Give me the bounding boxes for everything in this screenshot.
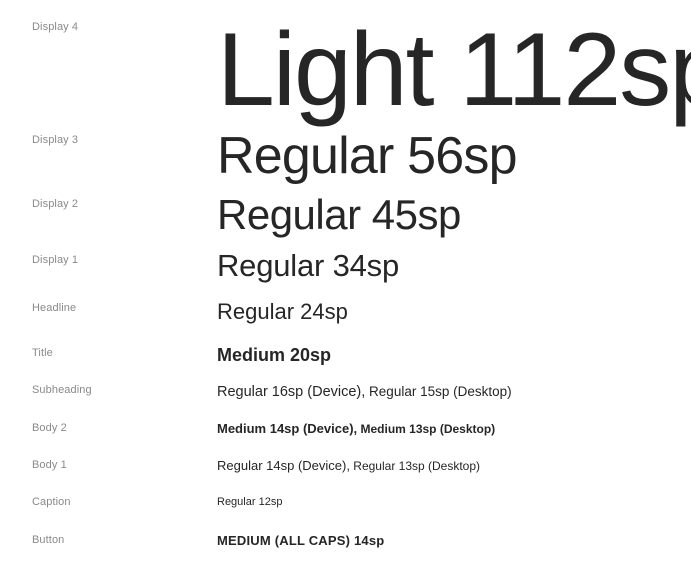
type-row-label-display-3: Display 3 bbox=[32, 134, 79, 146]
type-sample-display-3: Regular 56sp bbox=[217, 127, 518, 185]
type-row-label-caption: Caption bbox=[32, 496, 71, 508]
type-sample-headline: Regular 24sp bbox=[217, 299, 348, 324]
type-sample-subheading-device: Regular 16sp (Device), bbox=[217, 384, 366, 400]
type-sample-body-2: Medium 14sp (Device), Medium 13sp (Deskt… bbox=[217, 421, 496, 437]
type-sample-body-1: Regular 14sp (Device), Regular 13sp (Des… bbox=[217, 458, 481, 474]
type-sample-body-2-device: Medium 14sp (Device), bbox=[217, 421, 358, 436]
type-sample-display-2: Regular 45sp bbox=[217, 191, 461, 238]
type-sample-display-1: Regular 34sp bbox=[217, 248, 399, 283]
type-row-label-display-1: Display 1 bbox=[32, 254, 79, 266]
type-row-label-display-2: Display 2 bbox=[32, 198, 79, 210]
type-sample-display-4: Light 112sp bbox=[217, 12, 691, 128]
type-sample-body-1-device: Regular 14sp (Device), bbox=[217, 458, 350, 473]
type-row-label-headline: Headline bbox=[32, 302, 77, 314]
type-sample-subheading: Regular 16sp (Device), Regular 15sp (Des… bbox=[217, 384, 512, 400]
type-sample-title: Medium 20sp bbox=[217, 345, 332, 365]
type-sample-subheading-desktop: Regular 15sp (Desktop) bbox=[365, 384, 512, 399]
type-sample-body-2-desktop: Medium 13sp (Desktop) bbox=[357, 422, 496, 436]
type-sample-button: MEDIUM (ALL CAPS) 14sp bbox=[217, 533, 385, 548]
type-row-label-subheading: Subheading bbox=[32, 384, 92, 396]
type-row-label-button: Button bbox=[32, 534, 65, 546]
type-row-label-title: Title bbox=[32, 347, 53, 359]
type-sample-caption: Regular 12sp bbox=[217, 496, 283, 508]
type-row-label-display-4: Display 4 bbox=[32, 21, 79, 33]
type-row-label-body-1: Body 1 bbox=[32, 459, 67, 471]
type-row-label-body-2: Body 2 bbox=[32, 422, 67, 434]
typography-scale-specimen: Display 4 Light 112sp Display 3 Regular … bbox=[0, 0, 691, 566]
type-sample-body-1-desktop: Regular 13sp (Desktop) bbox=[349, 459, 481, 473]
